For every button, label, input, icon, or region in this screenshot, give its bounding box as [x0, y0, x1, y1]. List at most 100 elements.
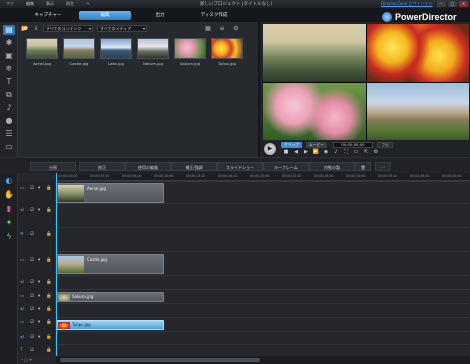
track-enable-checkbox[interactable]: ☑ — [30, 335, 34, 340]
media-thumb-lake[interactable]: Lake.jpg — [100, 38, 132, 68]
effect-room-icon[interactable]: ✱ — [3, 38, 15, 48]
magic-tool-icon[interactable]: ✦ — [4, 218, 14, 228]
timeline-clip-aerial[interactable]: Aerial.jpg — [56, 183, 164, 203]
track-options-icon[interactable]: ▾ — [38, 208, 40, 213]
clip-mode-button[interactable]: クリップ — [281, 142, 303, 148]
menu-edit[interactable]: 編集 — [20, 1, 40, 7]
trim-edit-button[interactable]: 使用の編集 — [125, 162, 171, 171]
settings-icon[interactable]: ⚙ — [372, 149, 380, 156]
close-button[interactable]: × — [459, 1, 468, 7]
tools-button[interactable]: 何態の製 — [309, 162, 355, 171]
tab-create-disc[interactable]: ディスク作成 — [188, 11, 240, 20]
track-options-icon[interactable]: ▾ — [38, 335, 40, 340]
timeline-ruler[interactable]: 00;00;00;00 00;00;03;10 00;00;06;20 00;0… — [56, 173, 470, 181]
track-options-icon[interactable]: ▾ — [38, 258, 40, 263]
tab-edit[interactable]: 編集 — [79, 11, 131, 20]
voiceover-icon[interactable]: ● — [3, 116, 15, 126]
title-room-icon[interactable]: T — [3, 77, 15, 87]
lock-icon[interactable]: 🔒 — [46, 348, 52, 353]
timeline-view-icon[interactable]: ◐ — [4, 176, 14, 186]
playhead[interactable] — [56, 173, 57, 356]
maximize-button[interactable]: □ — [448, 1, 457, 7]
lock-icon[interactable]: 🔒 — [46, 294, 52, 299]
menu-view[interactable]: 表示 — [40, 1, 60, 7]
track-lane-video-1[interactable]: Aerial.jpg — [56, 181, 470, 203]
timeline-zoom-controls[interactable]: – ○ + — [18, 356, 56, 364]
content-filter-select[interactable]: すべてのコンテンツ — [43, 25, 93, 32]
track-lane-audio-2[interactable] — [56, 275, 470, 289]
fast-forward-icon[interactable]: ⏩ — [312, 149, 320, 156]
play-icon[interactable]: ▶ — [264, 143, 276, 155]
fix-enhance-button[interactable]: 補正/強調 — [171, 162, 217, 171]
track-lane-audio-4[interactable] — [56, 331, 470, 344]
tab-produce[interactable]: 出力 — [134, 11, 186, 20]
track-lane-title[interactable] — [56, 344, 470, 356]
timeline-clip-castle[interactable]: Castle.jpg — [56, 254, 164, 274]
hand-tool-icon[interactable]: ✋ — [4, 190, 14, 200]
track-enable-checkbox[interactable]: ☑ — [30, 280, 34, 285]
track-enable-checkbox[interactable]: ☑ — [30, 186, 34, 191]
subtitle-room-icon[interactable]: ▭ — [3, 142, 15, 152]
track-options-icon[interactable]: ▾ — [38, 307, 40, 312]
view-grid-icon[interactable]: ▦ — [204, 25, 212, 32]
undock-icon[interactable]: ⇱ — [362, 149, 370, 156]
chapter-marker-icon[interactable]: ▮ — [4, 204, 14, 214]
lock-icon[interactable]: 🔒 — [46, 307, 52, 312]
menu-file[interactable]: ファ — [0, 1, 20, 7]
track-options-icon[interactable]: ▾ — [38, 320, 40, 325]
effect-tool-icon[interactable]: ϟ — [4, 232, 14, 242]
track-options-icon[interactable]: ▾ — [38, 186, 40, 191]
download-icon[interactable]: ⇓ — [32, 25, 40, 32]
lock-icon[interactable]: 🔒 — [46, 232, 52, 237]
track-lane-fx[interactable] — [56, 227, 470, 251]
track-lane-video-3[interactable]: Sakura.jpg — [56, 289, 470, 303]
timecode-display[interactable]: 00;00;00;00 — [333, 142, 373, 148]
track-lane-audio-1[interactable] — [56, 203, 470, 227]
volume-icon[interactable]: ♪ — [332, 149, 340, 156]
track-enable-checkbox[interactable]: ☑ — [30, 307, 34, 312]
minimize-button[interactable]: – — [437, 1, 446, 7]
track-enable-checkbox[interactable]: ☑ — [30, 208, 34, 213]
next-frame-icon[interactable]: ▶ — [302, 149, 310, 156]
track-lane-audio-3[interactable] — [56, 303, 470, 317]
import-folder-icon[interactable]: 📂 — [21, 25, 29, 32]
track-enable-checkbox[interactable]: ☑ — [30, 232, 34, 237]
preview-quality-select[interactable]: フル — [377, 142, 393, 148]
more-icon[interactable]: ⋯ — [375, 162, 391, 171]
media-room-icon[interactable]: ▤ — [3, 25, 15, 35]
delete-icon[interactable]: 🗑 — [355, 162, 371, 171]
particle-room-icon[interactable]: ❄ — [3, 64, 15, 74]
timeline-clip-sakura[interactable]: Sakura.jpg — [56, 292, 164, 302]
previous-frame-icon[interactable]: ◀ — [292, 149, 300, 156]
library-menu-icon[interactable]: ⚙ — [232, 25, 240, 32]
external-display-icon[interactable]: ▭ — [352, 149, 360, 156]
media-filter-select[interactable]: すべてのメディア — [97, 25, 147, 32]
stop-icon[interactable]: ■ — [282, 149, 290, 156]
menu-play[interactable]: 再生 — [60, 1, 80, 7]
track-enable-checkbox[interactable]: ☑ — [30, 320, 34, 325]
transition-room-icon[interactable]: ⧉ — [3, 90, 15, 100]
track-options-icon[interactable]: ▾ — [38, 294, 40, 299]
lock-icon[interactable]: 🔒 — [46, 208, 52, 213]
split-button[interactable]: 分割 — [30, 162, 76, 171]
movie-mode-button[interactable]: ムービー — [306, 142, 328, 148]
media-thumb-nature[interactable]: Nature.jpg — [137, 38, 169, 68]
track-enable-checkbox[interactable]: ☑ — [30, 258, 34, 263]
track-enable-checkbox[interactable]: ☑ — [30, 348, 34, 353]
media-thumb-aerial[interactable]: Aerial.jpg — [26, 38, 58, 68]
media-thumb-tulips[interactable]: Tulips.jpg — [211, 38, 243, 68]
lock-icon[interactable]: 🔒 — [46, 335, 52, 340]
fullscreen-icon[interactable]: ⛶ — [342, 149, 350, 156]
directorzone-link[interactable]: DirectorZone にサインイン — [381, 1, 433, 7]
timeline-horizontal-scrollbar[interactable] — [56, 356, 470, 364]
track-lane-video-4[interactable]: Tulips.jpg — [56, 317, 470, 331]
pip-room-icon[interactable]: ▣ — [3, 51, 15, 61]
chapter-room-icon[interactable]: ☰ — [3, 129, 15, 139]
track-lane-video-2[interactable]: Castle.jpg — [56, 251, 470, 275]
audio-mixing-icon[interactable]: ♪ — [3, 103, 15, 113]
lock-icon[interactable]: 🔒 — [46, 320, 52, 325]
media-thumb-castle[interactable]: Castle.jpg — [63, 38, 95, 68]
lock-icon[interactable]: 🔒 — [46, 280, 52, 285]
tab-capture[interactable]: キャプチャー — [22, 11, 74, 20]
menu-help[interactable]: ヘ — [80, 1, 96, 7]
